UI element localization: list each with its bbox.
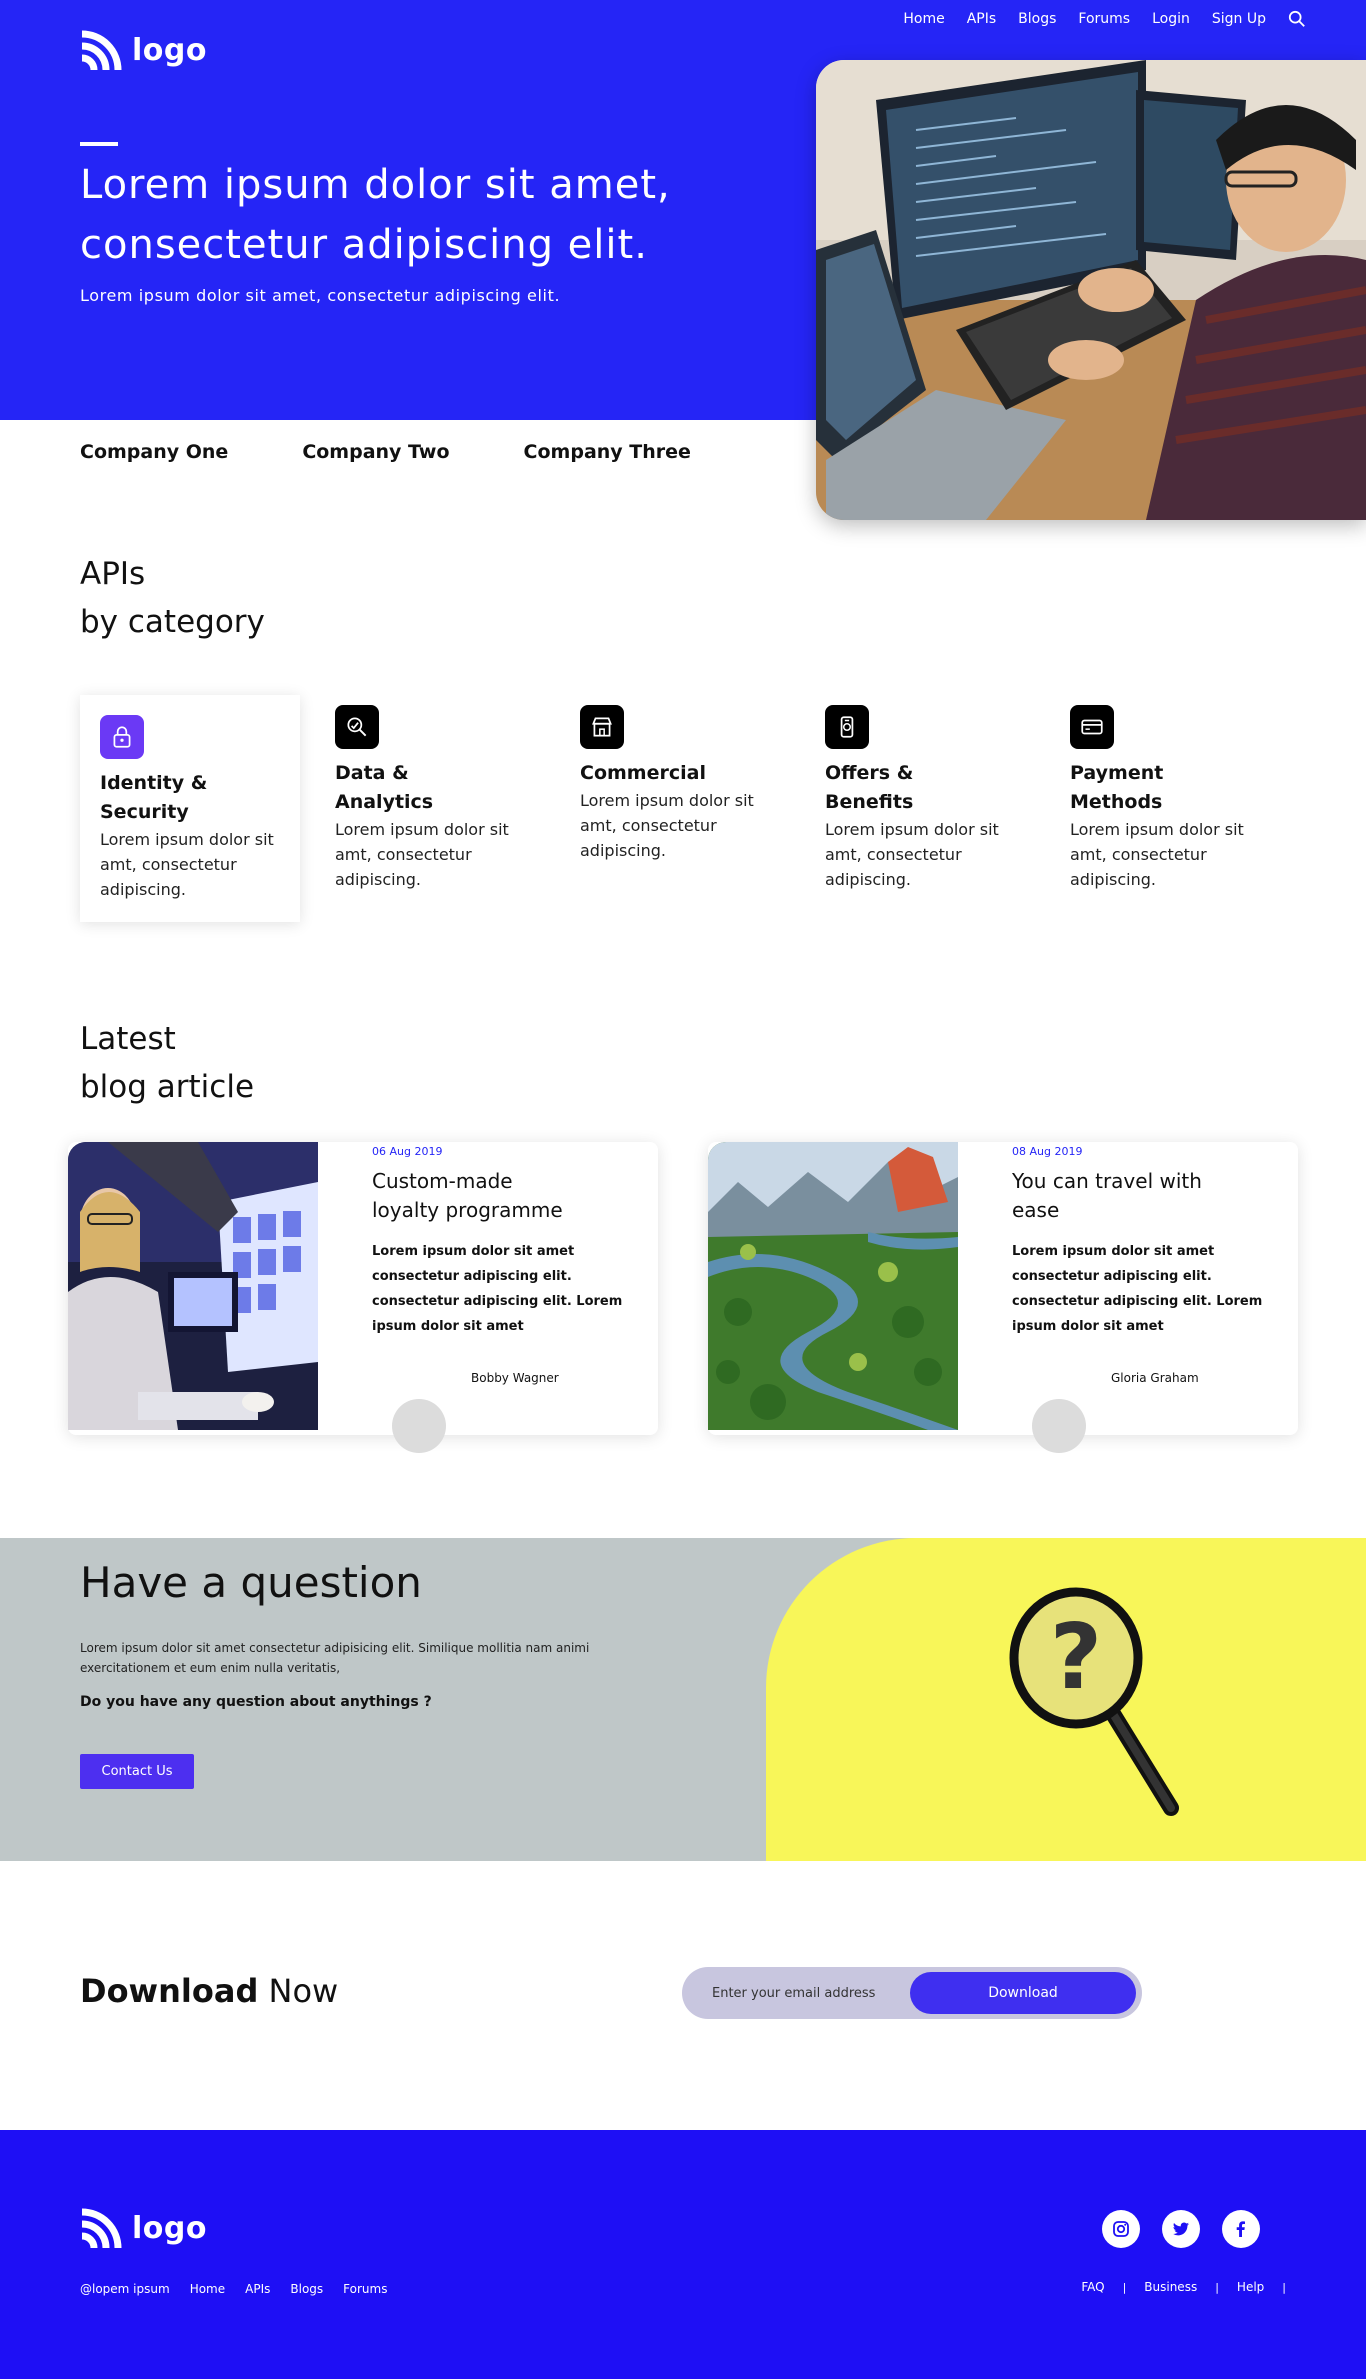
category-desc: Lorem ipsum dolor sit amt, consectetur a… — [335, 820, 509, 889]
gift-icon — [825, 705, 869, 749]
footer: logo @lopem ipsum Home APIs Blogs Forums… — [0, 2130, 1366, 2379]
company-one: Company One — [80, 441, 229, 463]
question-prompt: Do you have any question about anythings… — [80, 1694, 432, 1710]
apis-title-line2: by category — [80, 604, 265, 640]
category-title: Identity & Security — [100, 772, 208, 823]
question-section: ? Have a question Lorem ipsum dolor sit … — [0, 1538, 1366, 1861]
footer-logo[interactable]: logo — [80, 2206, 207, 2250]
separator: | — [1282, 2280, 1286, 2294]
blog-section-title: Latest blog article — [80, 1015, 254, 1111]
category-payment-methods[interactable]: Payment Methods Lorem ipsum dolor sit am… — [1070, 705, 1290, 892]
instagram-icon[interactable] — [1102, 2210, 1140, 2248]
email-input[interactable] — [712, 1985, 912, 2001]
category-desc: Lorem ipsum dolor sit amt, consectetur a… — [825, 820, 999, 889]
magnifier-question-icon: ? — [1009, 1587, 1179, 1816]
blog-title[interactable]: You can travel with ease — [1012, 1167, 1212, 1225]
category-title: Payment Methods — [1070, 762, 1164, 813]
twitter-icon[interactable] — [1162, 2210, 1200, 2248]
social-links — [1102, 2210, 1260, 2248]
contact-us-button[interactable]: Contact Us — [80, 1754, 194, 1789]
nav-login[interactable]: Login — [1152, 11, 1190, 27]
footer-link-forums[interactable]: Forums — [343, 2282, 387, 2296]
category-offers-benefits[interactable]: Offers & Benefits Lorem ipsum dolor sit … — [825, 705, 1045, 892]
blog-author: Bobby Wagner — [471, 1371, 559, 1385]
download-form: Download — [682, 1967, 1142, 2019]
hero-subtitle: Lorem ipsum dolor sit amet, consectetur … — [80, 286, 561, 305]
footer-link-home[interactable]: Home — [190, 2282, 225, 2296]
category-commercial[interactable]: Commercial Lorem ipsum dolor sit amt, co… — [580, 705, 800, 863]
category-desc: Lorem ipsum dolor sit amt, consectetur a… — [580, 791, 754, 860]
apis-title-line1: APIs — [80, 556, 146, 592]
author-avatar[interactable] — [392, 1399, 446, 1453]
nav-apis[interactable]: APIs — [967, 11, 996, 27]
logo-text: logo — [132, 2210, 207, 2246]
svg-text:?: ? — [1050, 1605, 1102, 1710]
office-photo — [68, 1142, 318, 1430]
developer-photo — [816, 60, 1366, 520]
footer-link-faq[interactable]: FAQ — [1081, 2280, 1104, 2294]
blog-image — [708, 1142, 958, 1430]
river-landscape-photo — [708, 1142, 958, 1430]
nav-blogs[interactable]: Blogs — [1018, 11, 1056, 27]
analytics-icon — [335, 705, 379, 749]
logo-mark-icon — [81, 30, 122, 71]
question-paragraph: Lorem ipsum dolor sit amet consectetur a… — [80, 1641, 590, 1675]
header-logo[interactable]: logo — [80, 28, 207, 72]
category-title: Data & Analytics — [335, 762, 434, 813]
separator: | — [1215, 2280, 1219, 2294]
question-title: Have a question — [80, 1558, 422, 1607]
blog-image — [68, 1142, 318, 1430]
hero-title: Lorem ipsum dolor sit amet, consectetur … — [80, 162, 671, 268]
blog-card-2[interactable]: 08 Aug 2019 You can travel with ease Lor… — [708, 1142, 1298, 1453]
download-title-rest: Now — [258, 1972, 339, 2010]
store-icon — [580, 705, 624, 749]
nav-signup[interactable]: Sign Up — [1212, 11, 1266, 27]
footer-right-links: FAQ | Business | Help | — [1081, 2280, 1286, 2294]
search-icon[interactable] — [1288, 10, 1306, 28]
blog-title-line1: Latest — [80, 1021, 176, 1057]
separator: | — [1122, 2280, 1127, 2294]
blog-card-1[interactable]: 06 Aug 2019 Custom-made loyalty programm… — [68, 1142, 658, 1453]
download-title-bold: Download — [80, 1972, 259, 2010]
download-button[interactable]: Download — [910, 1972, 1136, 2014]
top-nav: Home APIs Blogs Forums Login Sign Up — [903, 10, 1306, 28]
category-data-analytics[interactable]: Data & Analytics Lorem ipsum dolor sit a… — [335, 705, 555, 892]
footer-copyright: @lopem ipsum — [80, 2282, 170, 2296]
category-title: Commercial — [580, 762, 706, 784]
hero-image — [816, 60, 1366, 520]
hero-accent-line — [80, 142, 118, 146]
blog-excerpt: Lorem ipsum dolor sit amet consectetur a… — [372, 1244, 623, 1334]
category-identity-security[interactable]: Identity & Security Lorem ipsum dolor si… — [80, 695, 300, 922]
card-icon — [1070, 705, 1114, 749]
company-logos: Company One Company Two Company Three — [80, 441, 691, 463]
footer-link-help[interactable]: Help — [1237, 2280, 1264, 2294]
blog-date: 08 Aug 2019 — [1012, 1145, 1083, 1158]
blog-title-line2: blog article — [80, 1069, 255, 1105]
blog-excerpt: Lorem ipsum dolor sit amet consectetur a… — [1012, 1244, 1263, 1334]
logo-text: logo — [132, 32, 207, 68]
footer-link-blogs[interactable]: Blogs — [290, 2282, 323, 2296]
category-desc: Lorem ipsum dolor sit amt, consectetur a… — [100, 830, 274, 899]
download-title: Download Now — [80, 1972, 338, 2010]
company-two: Company Two — [302, 441, 450, 463]
category-desc: Lorem ipsum dolor sit amt, consectetur a… — [1070, 820, 1244, 889]
company-three: Company Three — [523, 441, 691, 463]
nav-forums[interactable]: Forums — [1078, 11, 1130, 27]
footer-link-business[interactable]: Business — [1144, 2280, 1197, 2294]
blog-title[interactable]: Custom-made loyalty programme — [372, 1167, 572, 1225]
question-image-panel: ? — [766, 1538, 1366, 1861]
nav-home[interactable]: Home — [903, 11, 944, 27]
lock-icon — [100, 715, 144, 759]
footer-link-apis[interactable]: APIs — [245, 2282, 270, 2296]
facebook-icon[interactable] — [1222, 2210, 1260, 2248]
author-avatar[interactable] — [1032, 1399, 1086, 1453]
apis-section-title: APIs by category — [80, 550, 265, 646]
blog-author: Gloria Graham — [1111, 1371, 1199, 1385]
logo-mark-icon — [81, 2208, 122, 2249]
category-title: Offers & Benefits — [825, 762, 914, 813]
blog-date: 06 Aug 2019 — [372, 1145, 443, 1158]
footer-links: @lopem ipsum Home APIs Blogs Forums — [80, 2282, 387, 2296]
